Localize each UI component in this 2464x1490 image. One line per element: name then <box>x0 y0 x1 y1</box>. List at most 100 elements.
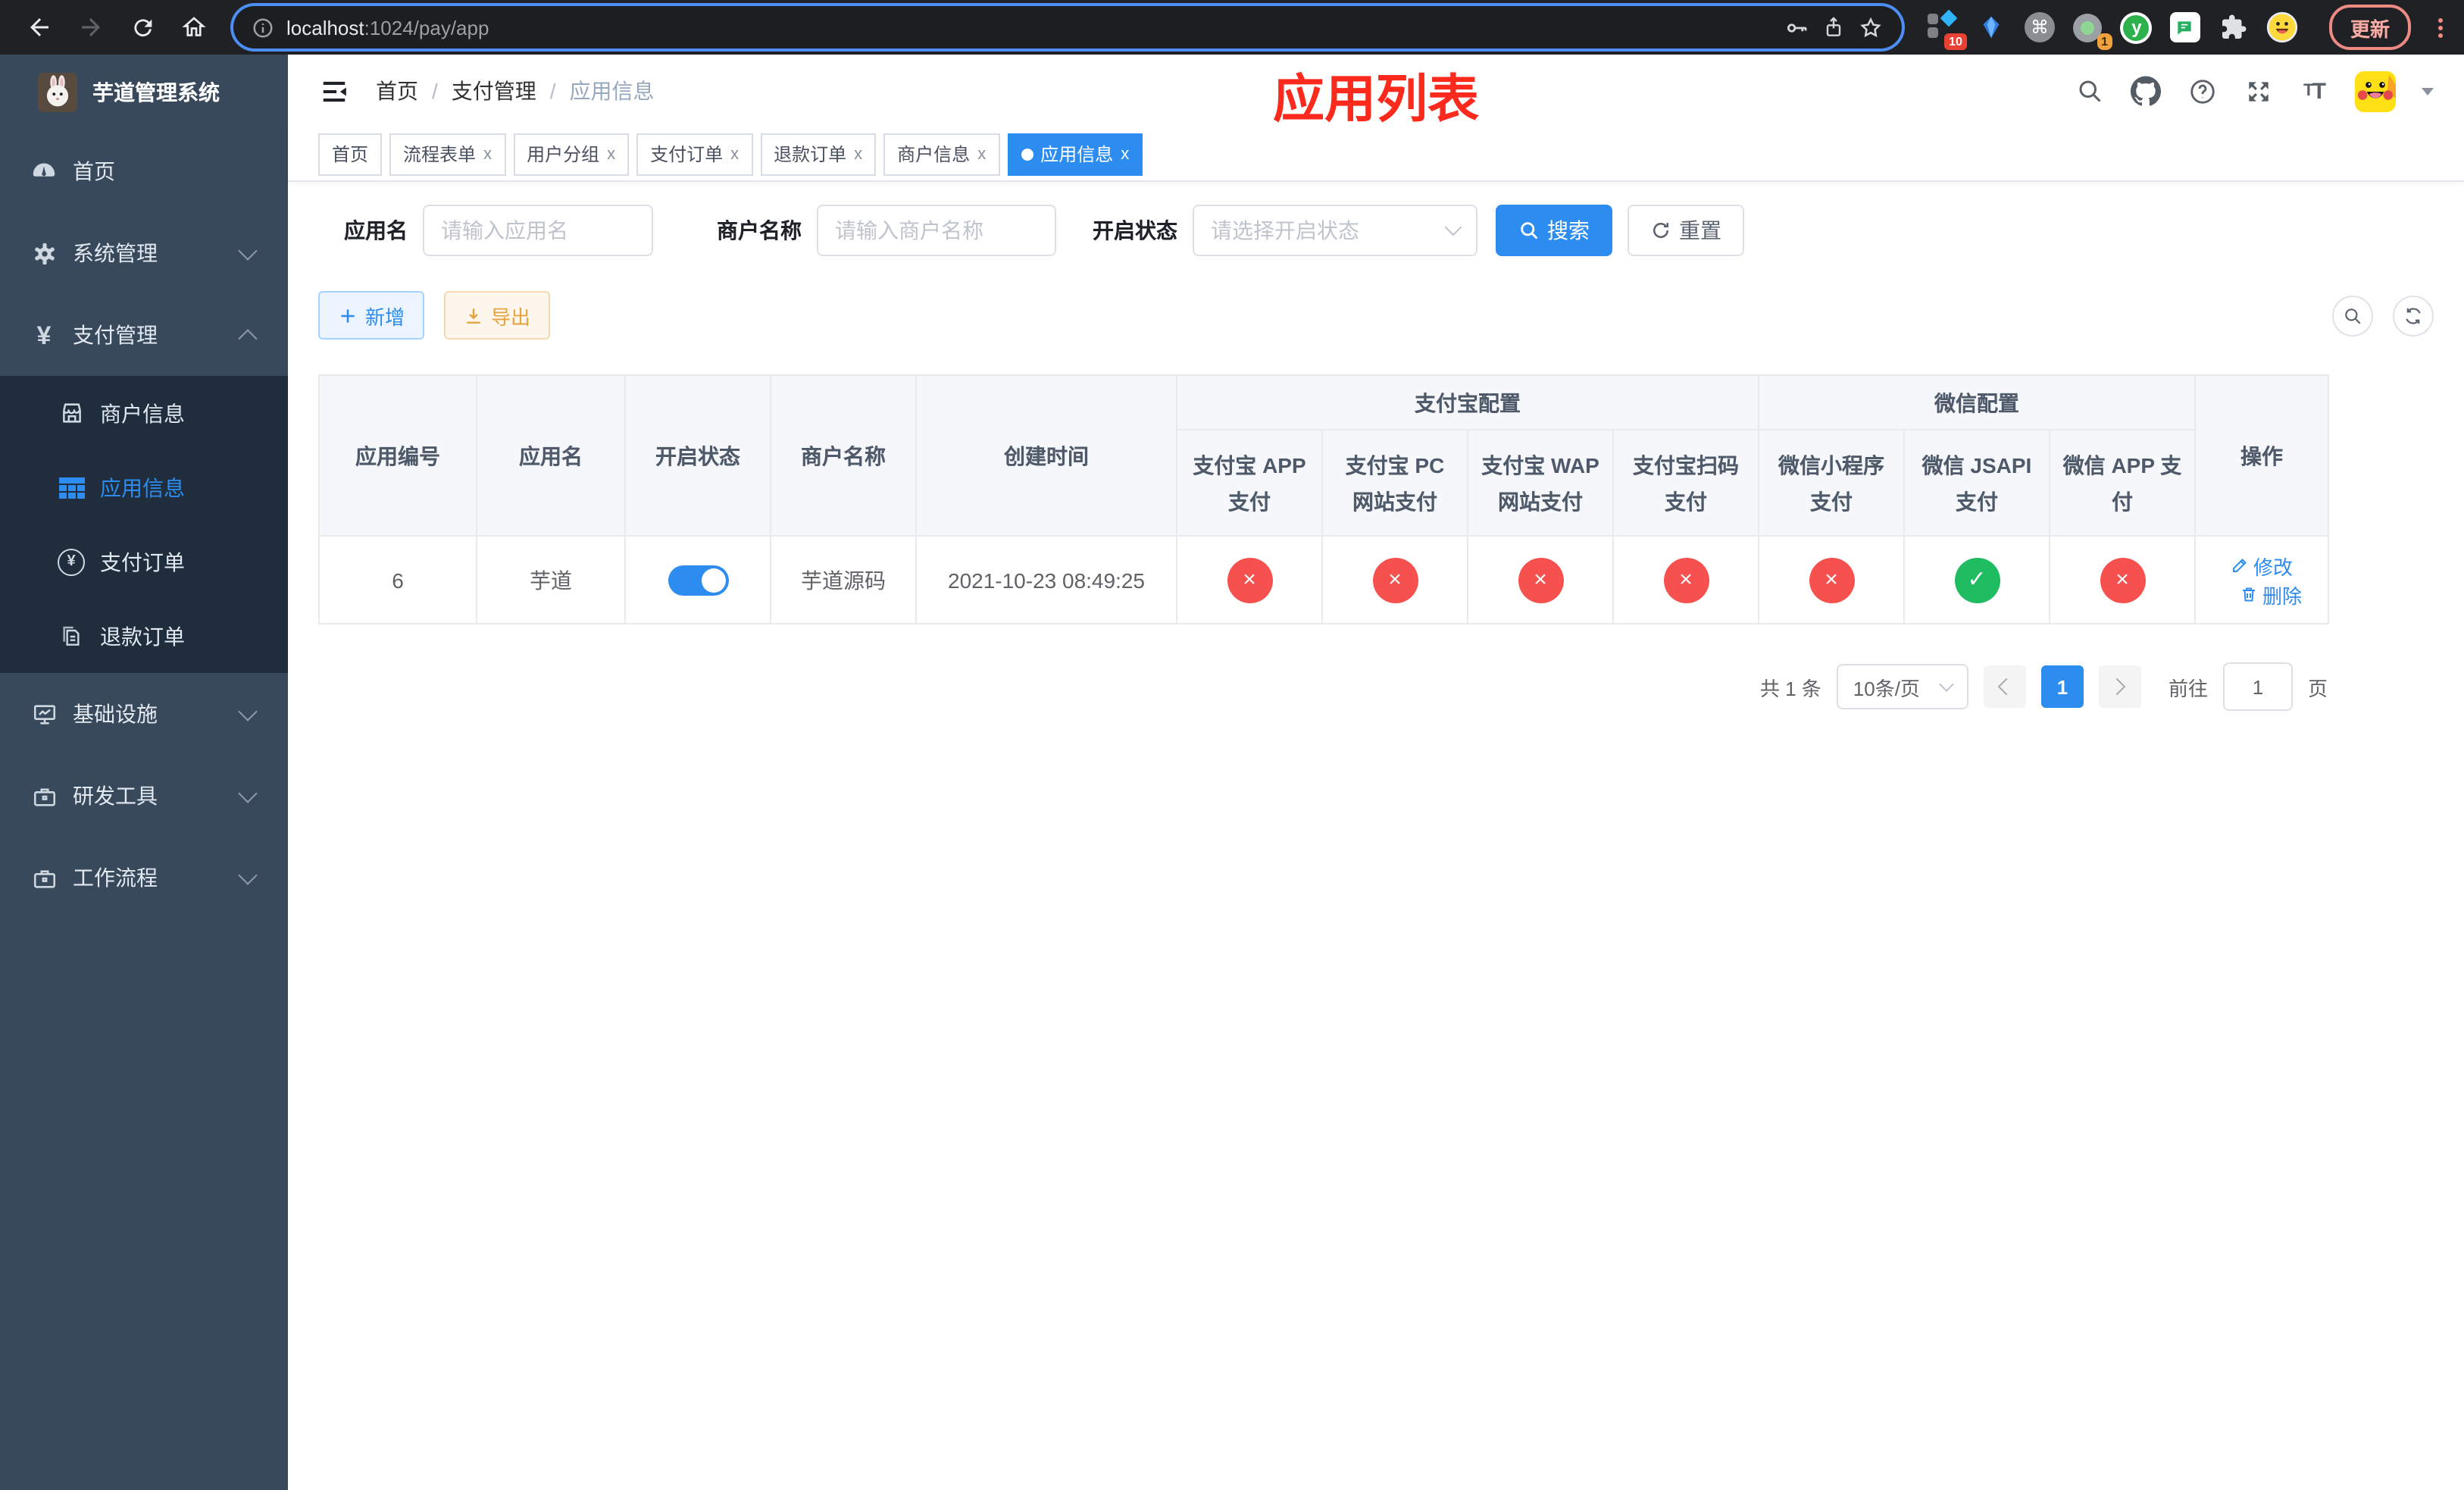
app-logo[interactable]: 芋道管理系统 <box>0 55 288 130</box>
url-bar[interactable]: localhost:1024/pay/app <box>233 6 1902 49</box>
app-name-label: 应用名 <box>344 218 408 243</box>
total-count: 共 1 条 <box>1759 677 1821 700</box>
extension-workona-icon[interactable]: 10 <box>1926 9 1967 50</box>
page-suffix: 页 <box>2307 677 2328 700</box>
tab-pay-order[interactable]: 支付订单 x <box>636 133 753 175</box>
tab-refund-order[interactable]: 退款订单 x <box>760 133 877 175</box>
sidebar-item-merchant-info[interactable]: 商户信息 <box>0 376 288 450</box>
sidebar-item-app-info[interactable]: 应用信息 <box>0 450 288 524</box>
toolbox-icon <box>30 782 58 809</box>
logo-image <box>38 73 77 112</box>
merchant-name-input[interactable] <box>817 205 1056 256</box>
tab-user-group[interactable]: 用户分组 x <box>513 133 630 175</box>
search-button[interactable]: 搜索 <box>1496 205 1612 256</box>
reload-icon[interactable] <box>118 3 167 52</box>
site-info-icon[interactable] <box>252 16 274 39</box>
page-size-select[interactable]: 10条/页 <box>1836 664 1968 709</box>
extensions-puzzle-icon[interactable] <box>2217 11 2250 44</box>
goto-label: 前往 <box>2168 677 2208 700</box>
goto-page-input[interactable] <box>2222 662 2293 711</box>
sidebar-item-system[interactable]: 系统管理 <box>0 212 288 294</box>
group-wechat-config: 微信配置 <box>1757 374 2197 430</box>
browser-menu-icon[interactable] <box>2438 17 2443 37</box>
sidebar-item-refund-order[interactable]: 退款订单 <box>0 599 288 673</box>
breadcrumb-payment[interactable]: 支付管理 <box>452 76 536 106</box>
breadcrumb-home[interactable]: 首页 <box>376 76 418 106</box>
status-select[interactable]: 请选择开启状态 <box>1193 205 1477 256</box>
search-icon[interactable] <box>2075 76 2105 106</box>
sidebar-item-workflow[interactable]: 工作流程 <box>0 837 288 919</box>
col-app-id: 应用编号 <box>318 374 477 537</box>
close-icon[interactable]: x <box>854 145 862 163</box>
font-size-icon[interactable]: TT <box>2299 76 2329 106</box>
edit-link[interactable]: 修改 <box>2231 551 2293 580</box>
close-icon[interactable]: x <box>1121 145 1129 163</box>
prev-page-button[interactable] <box>1983 665 2026 708</box>
share-icon[interactable] <box>1821 15 1846 39</box>
sidebar-item-pay-order[interactable]: ¥ 支付订单 <box>0 524 288 599</box>
chevron-down-icon <box>1939 677 1954 692</box>
alipay-app-status-icon: × <box>1227 557 1272 603</box>
tab-app-info[interactable]: 应用信息 x <box>1007 133 1143 175</box>
next-page-button[interactable] <box>2098 665 2141 708</box>
enabled-toggle[interactable] <box>668 565 728 595</box>
storefront-icon <box>58 399 85 427</box>
cell-created: 2021-10-23 08:49:25 <box>915 535 1177 624</box>
avatar-dropdown-icon[interactable] <box>2422 87 2434 95</box>
collapse-sidebar-icon[interactable] <box>318 76 349 106</box>
extensions-area: 10 ⌘ 1 y 更新 <box>1926 5 2449 50</box>
tab-process-form[interactable]: 流程表单 x <box>389 133 506 175</box>
cell-app-id: 6 <box>318 535 477 624</box>
group-alipay-config: 支付宝配置 <box>1176 374 1759 430</box>
chevron-up-icon <box>238 328 258 348</box>
refresh-icon <box>1653 222 1669 239</box>
tab-home[interactable]: 首页 <box>318 133 383 175</box>
briefcase-icon <box>30 864 58 891</box>
tab-merchant-info[interactable]: 商户信息 x <box>883 133 1000 175</box>
add-button[interactable]: 新增 <box>318 291 425 340</box>
back-icon[interactable] <box>15 3 64 52</box>
pencil-icon <box>2233 559 2247 572</box>
close-icon[interactable]: x <box>977 145 986 163</box>
url-text: localhost:1024/pay/app <box>286 16 489 39</box>
forward-icon[interactable] <box>67 3 115 52</box>
cell-merchant: 芋道源码 <box>770 535 917 624</box>
sidebar: 芋道管理系统 首页 系统管理 ¥ 支付管理 商户信息 应用信息 ¥ 支付订单 退… <box>0 55 288 1490</box>
screen: localhost:1024/pay/app 10 ⌘ 1 y 更新 芋道管理系… <box>0 0 2464 1490</box>
filter-form: 应用名 商户名称 开启状态 请选择开启状态 搜索 重置 <box>318 205 2434 256</box>
extension-gem-icon[interactable] <box>1975 11 2008 44</box>
extension-y-icon[interactable]: y <box>2120 11 2153 44</box>
bookmark-star-icon[interactable] <box>1858 14 1884 40</box>
tags-view-bar: 首页 流程表单 x 用户分组 x 支付订单 x 退款订单 x 商户信息 x 应用信息 x <box>288 127 2464 182</box>
close-icon[interactable]: x <box>483 145 492 163</box>
plus-icon <box>341 308 355 322</box>
extension-command-icon[interactable]: ⌘ <box>2023 11 2056 44</box>
fullscreen-icon[interactable] <box>2243 76 2273 106</box>
close-icon[interactable]: x <box>607 145 615 163</box>
extension-chat-icon[interactable] <box>2169 11 2202 44</box>
extension-recorder-icon[interactable]: 1 <box>2072 11 2112 50</box>
current-page-button[interactable]: 1 <box>2040 665 2084 708</box>
chevron-right-icon <box>2109 678 2127 696</box>
export-button[interactable]: 导出 <box>444 291 551 340</box>
dashboard-icon <box>30 158 58 185</box>
browser-update-button[interactable]: 更新 <box>2328 5 2411 50</box>
user-avatar[interactable] <box>2355 70 2396 111</box>
delete-link[interactable]: 删除 <box>2240 580 2302 609</box>
password-key-icon[interactable] <box>1784 14 1809 40</box>
table-toolbar: 新增 导出 <box>318 291 2434 340</box>
monitor-icon <box>30 700 58 728</box>
sidebar-item-payment[interactable]: ¥ 支付管理 <box>0 294 288 376</box>
github-icon[interactable] <box>2131 76 2161 106</box>
sidebar-item-home[interactable]: 首页 <box>0 130 288 212</box>
toggle-search-button[interactable] <box>2332 295 2373 336</box>
refresh-table-button[interactable] <box>2393 295 2434 336</box>
app-name-input[interactable] <box>423 205 653 256</box>
browser-profile-avatar[interactable] <box>2265 11 2299 44</box>
home-icon[interactable] <box>170 3 218 52</box>
reset-button[interactable]: 重置 <box>1628 205 1744 256</box>
help-icon[interactable] <box>2187 76 2217 106</box>
close-icon[interactable]: x <box>730 145 739 163</box>
sidebar-item-dev-tools[interactable]: 研发工具 <box>0 755 288 837</box>
sidebar-item-infrastructure[interactable]: 基础设施 <box>0 673 288 755</box>
